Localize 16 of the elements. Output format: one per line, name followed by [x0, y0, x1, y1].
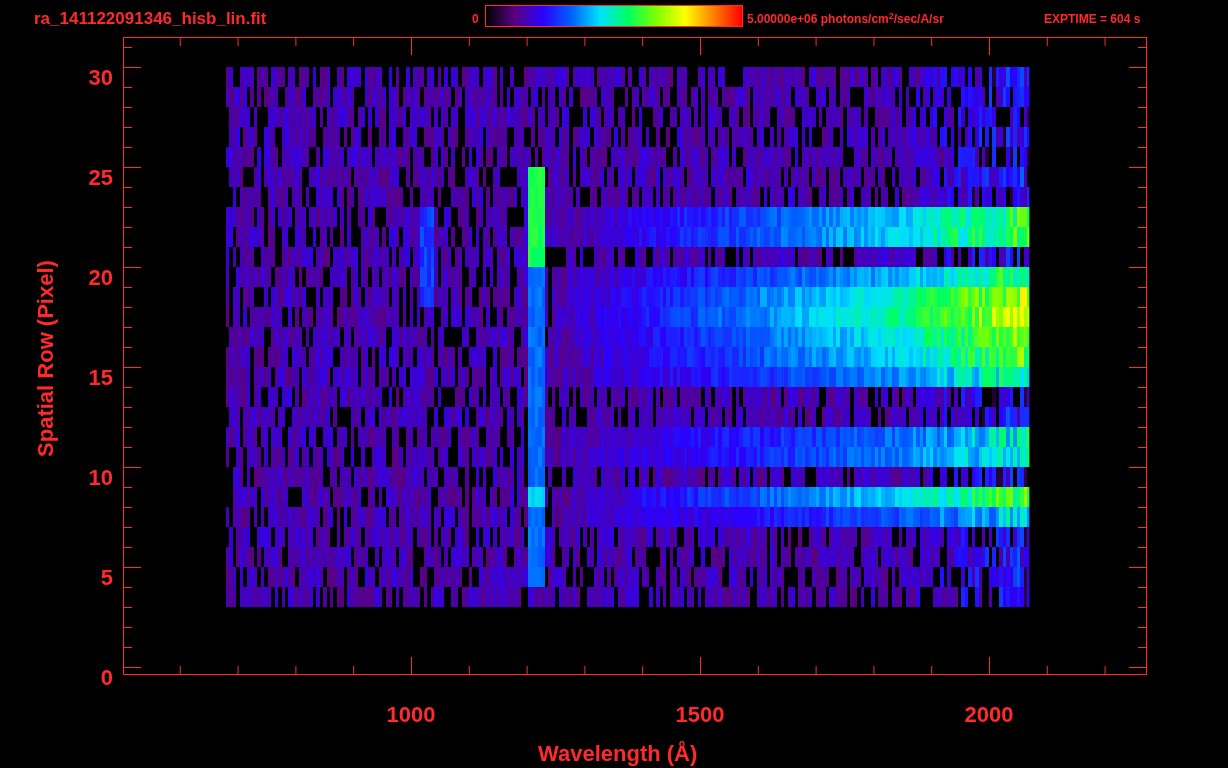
y-axis-label: Spatial Row (Pixel) — [31, 259, 59, 459]
y-tick-label: 0 — [100, 665, 113, 690]
y-tick-label: 15 — [88, 365, 113, 390]
x-tick-label: 1000 — [386, 702, 436, 727]
colorbar-max-label: 5.00000e+06 photons/cm$^{2}$/sec/A/sr — [747, 10, 944, 28]
y-tick-label: 25 — [88, 165, 113, 190]
y-tick-label: 10 — [88, 465, 113, 490]
plot-title: ra_141122091346_hisb_lin.fit — [34, 8, 267, 30]
colorbar-min-label: 0 — [472, 11, 479, 28]
y-tick-label: 20 — [88, 265, 113, 290]
x-tick-label: 1500 — [675, 702, 725, 727]
x-axis-label: Wavelength (Å) — [538, 740, 698, 768]
y-tick-label: 30 — [88, 65, 113, 90]
x-tick-label: 2000 — [964, 702, 1014, 727]
y-tick-label: 5 — [100, 565, 113, 590]
exposure-time: EXPTIME = 604 s — [1044, 11, 1141, 28]
